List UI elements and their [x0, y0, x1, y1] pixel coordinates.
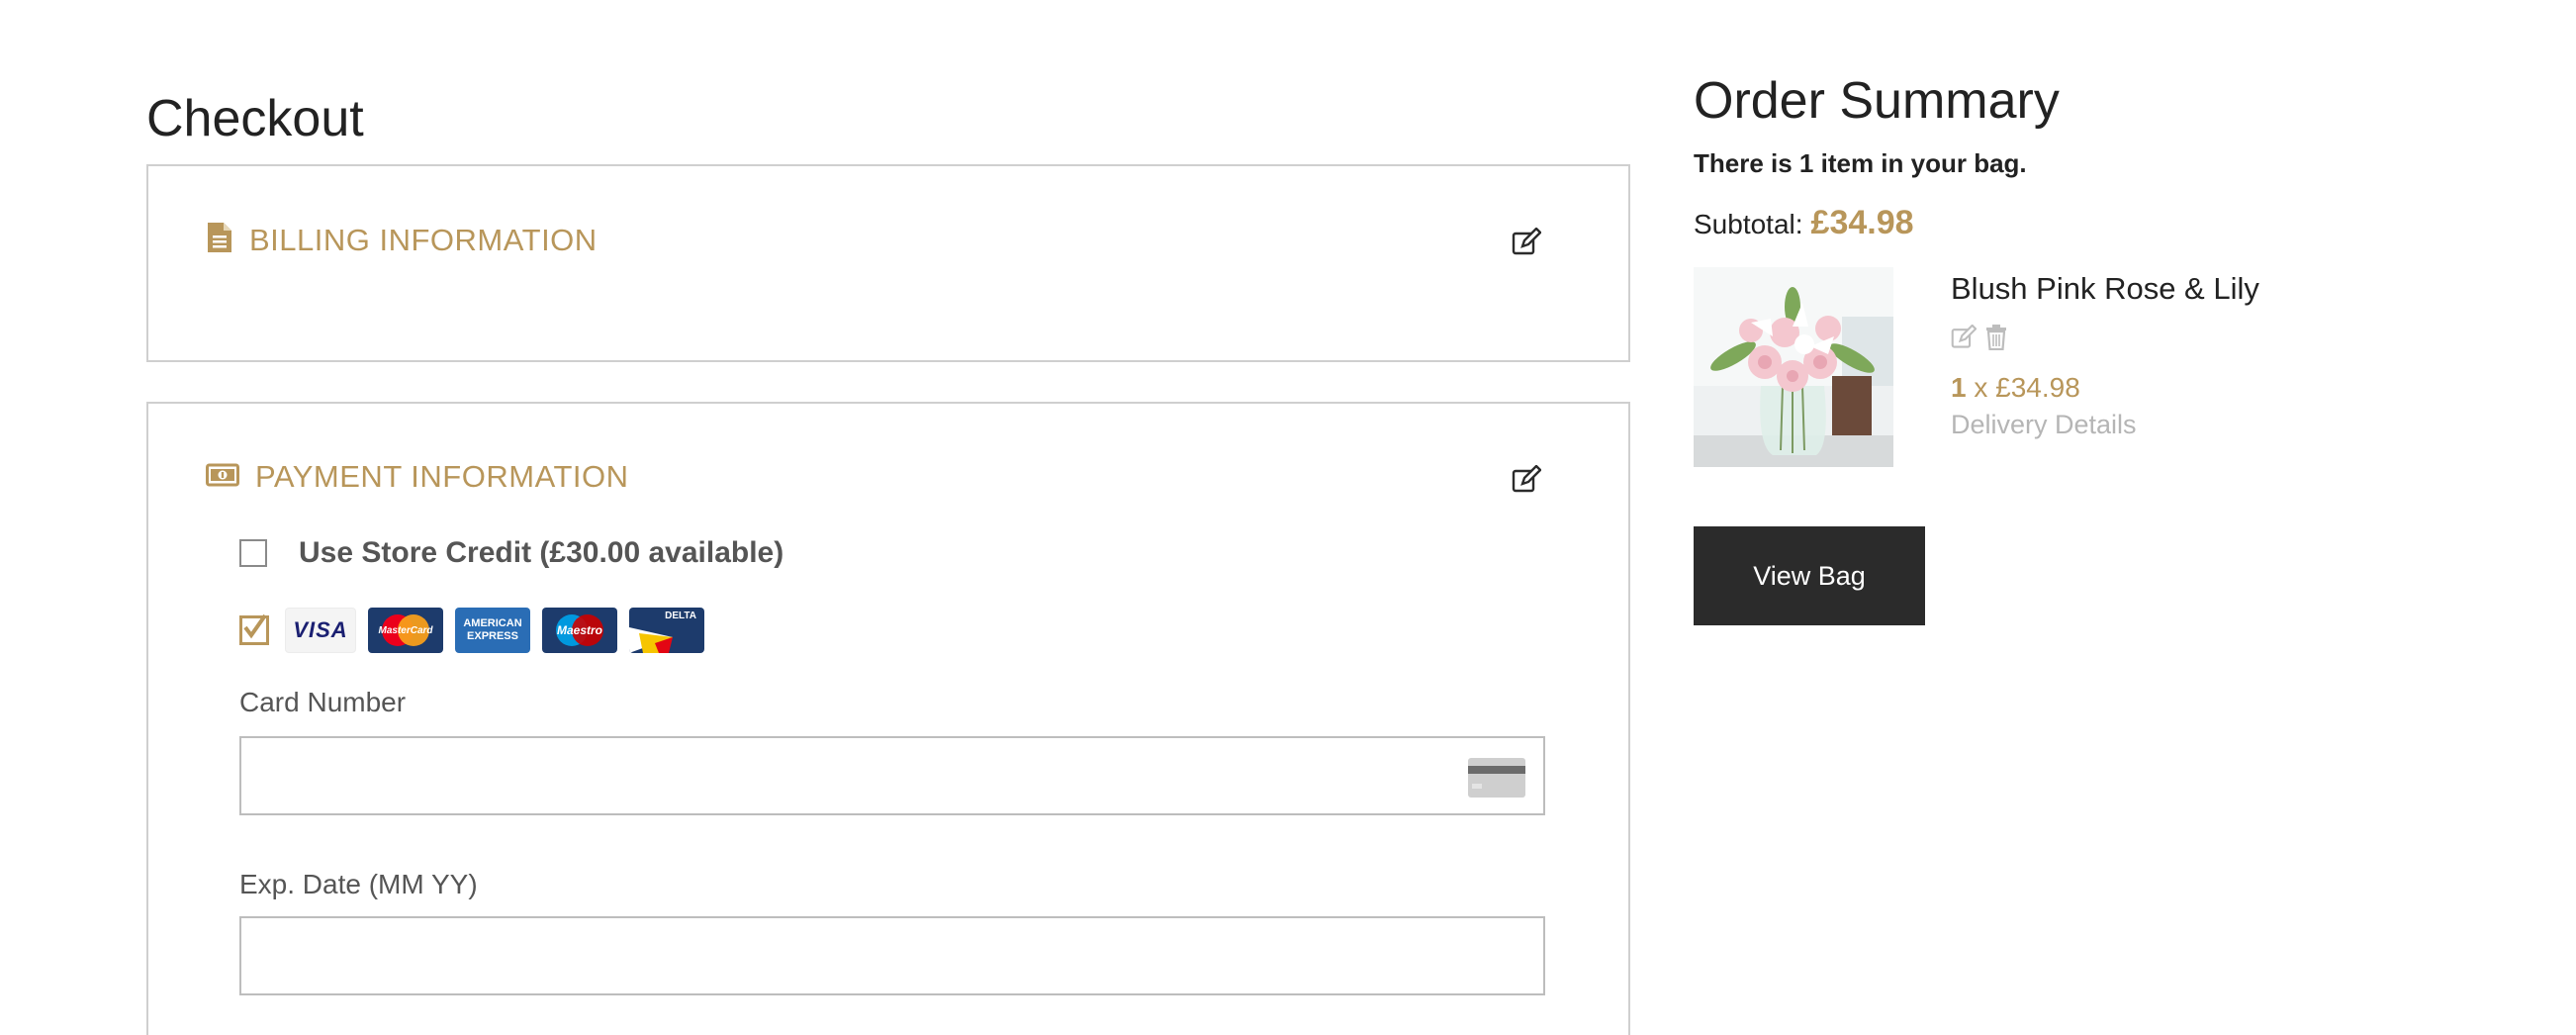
- item-price: £34.98: [1995, 372, 2080, 403]
- billing-title: BILLING INFORMATION: [249, 222, 598, 257]
- document-icon: [206, 222, 233, 258]
- payment-title: PAYMENT INFORMATION: [255, 459, 629, 494]
- product-image[interactable]: [1694, 267, 1893, 467]
- subtotal-label: Subtotal:: [1694, 209, 1803, 239]
- card-payment-checkbox[interactable]: [239, 613, 269, 645]
- maestro-logo: Maestro: [542, 608, 617, 653]
- subtotal: Subtotal: £34.98: [1694, 204, 1914, 242]
- item-quantity: 1: [1951, 372, 1967, 403]
- store-credit-checkbox[interactable]: [239, 539, 267, 567]
- item-actions: [1951, 324, 2018, 351]
- card-brand-logos: VISA MasterCard AMERICAN EXPRESS Maestro: [271, 608, 704, 653]
- card-number-label: Card Number: [239, 687, 407, 717]
- product-name[interactable]: Blush Pink Rose & Lily: [1951, 271, 2259, 307]
- american-express-logo: AMERICAN EXPRESS: [455, 608, 530, 653]
- item-times: x: [1974, 372, 1988, 403]
- credit-card-icon: [1468, 758, 1525, 798]
- visa-logo: VISA: [285, 608, 356, 653]
- edit-icon[interactable]: [1951, 324, 1978, 350]
- checkmark-icon: [243, 613, 267, 639]
- order-summary-title: Order Summary: [1694, 72, 2060, 130]
- delta-logo: DELTA: [629, 608, 704, 653]
- money-icon: [206, 462, 239, 493]
- billing-information-panel: BILLING INFORMATION: [146, 164, 1630, 362]
- exp-date-label: Exp. Date (MM YY): [239, 869, 478, 899]
- payment-information-panel: PAYMENT INFORMATION Use Store Credit (£3…: [146, 402, 1630, 1035]
- edit-icon[interactable]: [1512, 227, 1542, 257]
- subtotal-value: £34.98: [1810, 204, 1914, 241]
- store-credit-label[interactable]: Use Store Credit (£30.00 available): [299, 536, 783, 570]
- page-title: Checkout: [146, 90, 364, 147]
- store-credit-option[interactable]: Use Store Credit (£30.00 available): [239, 536, 783, 570]
- view-bag-button[interactable]: View Bag: [1694, 526, 1925, 625]
- card-number-input[interactable]: [239, 736, 1545, 815]
- item-quantity-price: 1 x £34.98: [1951, 372, 2080, 404]
- card-payment-option[interactable]: VISA MasterCard AMERICAN EXPRESS Maestro: [239, 608, 704, 653]
- delivery-details-link[interactable]: Delivery Details: [1951, 410, 2137, 440]
- payment-header[interactable]: PAYMENT INFORMATION: [206, 459, 629, 495]
- bag-count-text: There is 1 item in your bag.: [1694, 148, 2027, 178]
- mastercard-logo: MasterCard: [368, 608, 443, 653]
- billing-header[interactable]: BILLING INFORMATION: [206, 222, 598, 258]
- edit-icon[interactable]: [1512, 464, 1542, 495]
- trash-icon[interactable]: [1984, 325, 2010, 351]
- exp-date-input[interactable]: [239, 916, 1545, 995]
